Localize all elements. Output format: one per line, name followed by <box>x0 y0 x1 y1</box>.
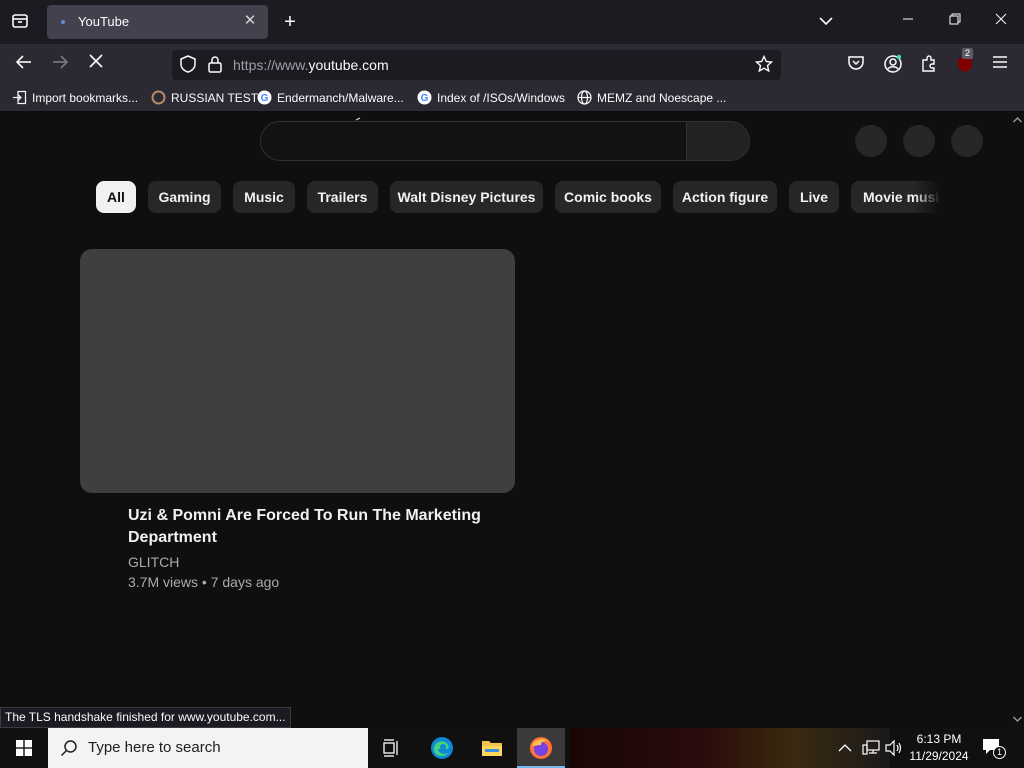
taskbar-clock[interactable]: 6:13 PM 11/29/2024 <box>904 731 974 765</box>
loading-favicon-icon <box>61 20 65 24</box>
back-arrow-icon[interactable] <box>14 54 34 74</box>
bookmark-label: MEMZ and Noescape ... <box>597 91 727 105</box>
bookmark-star-icon[interactable] <box>754 54 774 75</box>
search-icon <box>60 740 77 757</box>
taskbar-firefox[interactable] <box>517 728 565 768</box>
list-all-tabs-icon[interactable] <box>816 12 836 32</box>
show-hidden-icons-chevron-icon[interactable] <box>838 740 854 756</box>
bookmark-label: RUSSIAN TEST <box>171 91 259 105</box>
chip-action-figure[interactable]: Action figure <box>673 181 777 213</box>
chip-live[interactable]: Live <box>789 181 839 213</box>
pocket-icon[interactable] <box>846 54 866 74</box>
close-window-icon[interactable] <box>991 11 1011 31</box>
task-view-button[interactable] <box>368 728 416 768</box>
google-favicon-icon: G <box>417 90 432 105</box>
tracking-protection-shield-icon[interactable] <box>178 55 198 75</box>
channel-name[interactable]: GLITCH <box>128 554 179 570</box>
create-button[interactable] <box>855 125 887 157</box>
svg-text:G: G <box>421 93 429 104</box>
volume-icon[interactable] <box>885 739 903 757</box>
network-icon[interactable] <box>862 739 880 757</box>
clock-date: 11/29/2024 <box>909 749 969 763</box>
video-title[interactable]: Uzi & Pomni Are Forced To Run The Market… <box>128 505 488 549</box>
search-input[interactable] <box>260 121 686 161</box>
video-metadata: 3.7M views • 7 days ago <box>128 574 280 590</box>
clock-time: 6:13 PM <box>916 732 962 746</box>
windows-taskbar: Type here to search 6:13 PM 11/29/2024 1 <box>0 728 1024 768</box>
restore-window-icon[interactable] <box>945 11 965 31</box>
bookmark-label: Endermanch/Malware... <box>277 91 404 105</box>
taskbar-search-placeholder: Type here to search <box>88 739 221 756</box>
lock-icon[interactable] <box>205 55 225 75</box>
firefox-icon <box>530 737 552 759</box>
bookmark-label: Import bookmarks... <box>32 91 139 105</box>
forward-arrow-icon[interactable] <box>50 54 70 74</box>
search-button[interactable] <box>686 121 750 161</box>
chip-trailers[interactable]: Trailers <box>307 181 378 213</box>
svg-text:G: G <box>261 93 269 104</box>
edge-icon <box>431 737 453 759</box>
start-button[interactable] <box>0 728 48 768</box>
tab-youtube[interactable]: YouTube ✕ <box>47 5 268 39</box>
page-scrollbar[interactable] <box>1010 113 1024 727</box>
bookmarks-toolbar: Import bookmarks... RUSSIAN TEST G Ender… <box>0 84 1024 112</box>
scroll-up-arrow-icon[interactable] <box>1013 117 1022 123</box>
url-text: https://www.youtube.com <box>233 57 389 73</box>
youtube-page: All Gaming Music Trailers Walt Disney Pi… <box>0 113 1010 727</box>
browser-toolbar: https://www.youtube.com 2 <box>0 44 1024 84</box>
chip-gaming[interactable]: Gaming <box>148 181 221 213</box>
google-favicon-icon: G <box>257 90 272 105</box>
globe-icon <box>577 90 592 105</box>
chip-movie-music[interactable]: Movie music <box>851 181 941 213</box>
new-tab-icon[interactable]: + <box>280 12 300 32</box>
chip-comic-books[interactable]: Comic books <box>555 181 661 213</box>
scroll-down-arrow-icon[interactable] <box>1013 716 1022 722</box>
taskbar-search-input[interactable]: Type here to search <box>48 728 368 768</box>
taskbar-edge[interactable] <box>418 728 466 768</box>
status-panel: The TLS handshake finished for www.youtu… <box>0 707 291 728</box>
browser-tab-bar: YouTube ✕ + <box>0 0 1024 44</box>
stop-loading-icon[interactable] <box>86 54 106 74</box>
extension-badge: 2 <box>962 48 974 59</box>
ublock-origin-icon[interactable]: 2 <box>954 48 976 74</box>
minimize-window-icon[interactable] <box>898 11 918 31</box>
russian-test-favicon-icon <box>151 90 166 105</box>
file-explorer-icon <box>482 741 502 756</box>
account-icon[interactable] <box>883 54 903 74</box>
import-icon <box>13 90 27 105</box>
task-view-icon <box>383 739 398 757</box>
extensions-puzzle-icon[interactable] <box>919 54 939 74</box>
chip-all[interactable]: All <box>96 181 136 213</box>
taskbar-file-explorer[interactable] <box>468 728 516 768</box>
notifications-button[interactable] <box>903 125 935 157</box>
chip-music[interactable]: Music <box>233 181 295 213</box>
chip-walt-disney-pictures[interactable]: Walt Disney Pictures <box>390 181 543 213</box>
firefox-view-icon[interactable] <box>9 12 31 32</box>
windows-logo-icon <box>16 740 32 756</box>
tab-title: YouTube <box>78 14 130 29</box>
address-bar[interactable]: https://www.youtube.com <box>172 50 781 80</box>
video-thumbnail-placeholder[interactable] <box>80 249 515 493</box>
avatar[interactable] <box>951 125 983 157</box>
close-tab-icon[interactable]: ✕ <box>241 12 259 30</box>
hamburger-menu-icon[interactable] <box>990 54 1010 74</box>
action-center-button[interactable]: 1 <box>982 738 1006 759</box>
bookmark-label: Index of /ISOs/Windows <box>437 91 566 105</box>
notification-count-badge: 1 <box>993 746 1006 759</box>
